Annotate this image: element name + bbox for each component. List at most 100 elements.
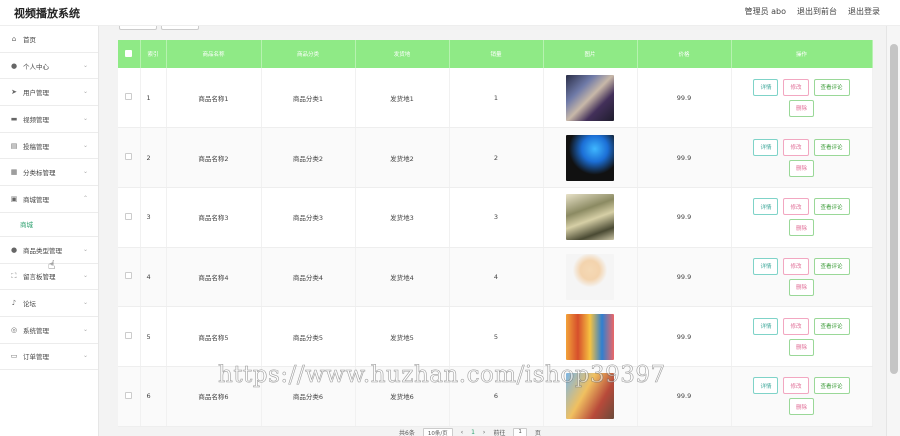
edit-button[interactable]: 修改 bbox=[783, 257, 809, 275]
view-reviews-button[interactable]: 查看评论 bbox=[813, 138, 850, 156]
table-row: 4 商品名称4 商品分类4 发货地4 4 99.9 详情 修改 查看评论 删除 bbox=[118, 247, 873, 308]
delete-button[interactable]: 删除 bbox=[788, 278, 814, 296]
back-to-front-link[interactable]: 退出到前台 bbox=[797, 6, 837, 17]
next-page-icon[interactable]: › bbox=[483, 429, 485, 436]
detail-button[interactable]: 详情 bbox=[753, 257, 779, 275]
detail-button[interactable]: 详情 bbox=[753, 198, 779, 216]
delete-button[interactable]: 删除 bbox=[788, 159, 814, 177]
product-image bbox=[566, 74, 614, 121]
detail-button[interactable]: 详情 bbox=[753, 317, 779, 335]
column-header: 操作 bbox=[731, 40, 873, 68]
product-origin: 发货地4 bbox=[355, 247, 450, 308]
sidebar-item-label: 分类标管理 bbox=[23, 169, 56, 178]
product-price: 99.9 bbox=[637, 306, 732, 367]
delete-button[interactable]: 删除 bbox=[788, 338, 814, 356]
toolbar-button[interactable] bbox=[119, 26, 157, 30]
row-checkbox[interactable] bbox=[125, 212, 133, 220]
shop-icon: ▣ bbox=[10, 194, 18, 203]
product-table: 索引 商品名称 商品分类 发货地 销量 图片 价格 操作 1 商品名称1 商品分… bbox=[118, 40, 873, 427]
chevron-up-icon: ⌃ bbox=[82, 194, 88, 202]
view-reviews-button[interactable]: 查看评论 bbox=[813, 198, 850, 216]
goto-page-input[interactable]: 1 bbox=[513, 428, 527, 436]
sidebar-item-orders[interactable]: ▭ 订单管理 ⌄ bbox=[0, 344, 98, 371]
select-all-cell[interactable] bbox=[118, 40, 141, 68]
page-size-select[interactable]: 10条/页 bbox=[422, 428, 453, 436]
detail-button[interactable]: 详情 bbox=[753, 377, 779, 395]
sidebar-item-submissions[interactable]: ▤ 投稿管理 ⌄ bbox=[0, 133, 98, 160]
view-reviews-button[interactable]: 查看评论 bbox=[813, 317, 850, 335]
settings-icon: ◎ bbox=[10, 325, 18, 334]
column-header: 价格 bbox=[637, 40, 732, 68]
product-name: 商品名称4 bbox=[166, 247, 262, 308]
edit-button[interactable]: 修改 bbox=[783, 317, 809, 335]
product-image bbox=[566, 253, 614, 300]
table-row: 5 商品名称5 商品分类5 发货地5 5 99.9 详情 修改 查看评论 删除 bbox=[118, 306, 873, 367]
delete-button[interactable]: 删除 bbox=[788, 99, 814, 117]
edit-button[interactable]: 修改 bbox=[783, 78, 809, 96]
vertical-scrollbar[interactable] bbox=[886, 26, 900, 436]
product-price: 99.9 bbox=[637, 187, 732, 248]
sidebar-item-profile[interactable]: ● 个人中心 ⌄ bbox=[0, 53, 98, 80]
product-name: 商品名称3 bbox=[166, 187, 262, 248]
home-icon: ⌂ bbox=[11, 34, 17, 43]
edit-button[interactable]: 修改 bbox=[783, 198, 809, 216]
detail-button[interactable]: 详情 bbox=[753, 138, 779, 156]
delete-button[interactable]: 删除 bbox=[788, 398, 814, 416]
sidebar-item-home[interactable]: ⌂ 首页 bbox=[0, 26, 98, 53]
sidebar-item-categories[interactable]: ▦ 分类标管理 ⌄ bbox=[0, 159, 98, 187]
chevron-down-icon: ⌄ bbox=[82, 245, 88, 253]
chevron-down-icon: ⌄ bbox=[82, 299, 88, 307]
toolbar-buttons bbox=[119, 26, 199, 30]
pagination: 共6条 10条/页 ‹ 1 › 前往 1 页 bbox=[399, 428, 541, 436]
sidebar-subitem-mall[interactable]: 商城 bbox=[0, 213, 98, 237]
edit-button[interactable]: 修改 bbox=[783, 138, 809, 156]
scrollbar-thumb[interactable] bbox=[890, 44, 898, 374]
row-index: 6 bbox=[140, 366, 167, 427]
column-header: 发货地 bbox=[355, 40, 450, 68]
product-category: 商品分类5 bbox=[261, 306, 356, 367]
chevron-down-icon: ⌄ bbox=[82, 88, 88, 96]
sidebar-item-label: 系统管理 bbox=[23, 326, 49, 335]
row-checkbox[interactable] bbox=[125, 332, 133, 340]
row-index: 1 bbox=[140, 68, 167, 129]
product-price: 99.9 bbox=[637, 127, 732, 188]
table-header-row: 索引 商品名称 商品分类 发货地 销量 图片 价格 操作 bbox=[118, 40, 873, 68]
mic-icon: ♪ bbox=[11, 299, 17, 308]
view-reviews-button[interactable]: 查看评论 bbox=[813, 257, 850, 275]
product-category: 商品分类6 bbox=[261, 366, 356, 427]
table-row: 2 商品名称2 商品分类2 发货地2 2 99.9 详情 修改 查看评论 删除 bbox=[118, 127, 873, 188]
select-all-checkbox[interactable] bbox=[125, 49, 133, 57]
chevron-down-icon: ⌄ bbox=[82, 114, 88, 122]
sidebar-item-forum[interactable]: ♪ 论坛 ⌄ bbox=[0, 290, 98, 317]
row-checkbox[interactable] bbox=[125, 272, 133, 280]
product-sales: 2 bbox=[449, 127, 544, 188]
row-checkbox[interactable] bbox=[125, 391, 133, 399]
sidebar: ⌂ 首页 ● 个人中心 ⌄ ➤ 用户管理 ⌄ ▬ 视频管理 ⌄ ▤ 投稿管理 ⌄… bbox=[0, 26, 99, 436]
sidebar-item-label: 首页 bbox=[23, 35, 36, 44]
row-checkbox[interactable] bbox=[125, 93, 133, 101]
product-sales: 4 bbox=[449, 247, 544, 308]
sidebar-item-videos[interactable]: ▬ 视频管理 ⌄ bbox=[0, 106, 98, 133]
top-right-links: 管理员 abo 退出到前台 退出登录 bbox=[745, 6, 880, 17]
table-row: 1 商品名称1 商品分类1 发货地1 1 99.9 详情 修改 查看评论 删除 bbox=[118, 68, 873, 129]
column-header: 商品分类 bbox=[261, 40, 356, 68]
row-checkbox[interactable] bbox=[125, 153, 133, 161]
logout-link[interactable]: 退出登录 bbox=[848, 6, 880, 17]
sidebar-item-system[interactable]: ◎ 系统管理 ⌄ bbox=[0, 317, 98, 344]
product-image bbox=[566, 373, 614, 420]
product-sales: 5 bbox=[449, 306, 544, 367]
product-name: 商品名称5 bbox=[166, 306, 262, 367]
detail-button[interactable]: 详情 bbox=[753, 78, 779, 96]
edit-button[interactable]: 修改 bbox=[783, 377, 809, 395]
page-number[interactable]: 1 bbox=[471, 429, 475, 436]
delete-button[interactable]: 删除 bbox=[788, 219, 814, 237]
view-reviews-button[interactable]: 查看评论 bbox=[813, 377, 850, 395]
sidebar-item-mall[interactable]: ▣ 商城管理 ⌃ bbox=[0, 186, 98, 213]
toolbar-button[interactable] bbox=[161, 26, 199, 30]
product-sales: 1 bbox=[449, 68, 544, 129]
top-bar: 视频播放系统 管理员 abo 退出到前台 退出登录 bbox=[0, 0, 900, 26]
view-reviews-button[interactable]: 查看评论 bbox=[813, 78, 850, 96]
prev-page-icon[interactable]: ‹ bbox=[461, 429, 463, 436]
sidebar-item-users[interactable]: ➤ 用户管理 ⌄ bbox=[0, 79, 98, 107]
product-origin: 发货地5 bbox=[355, 306, 450, 367]
